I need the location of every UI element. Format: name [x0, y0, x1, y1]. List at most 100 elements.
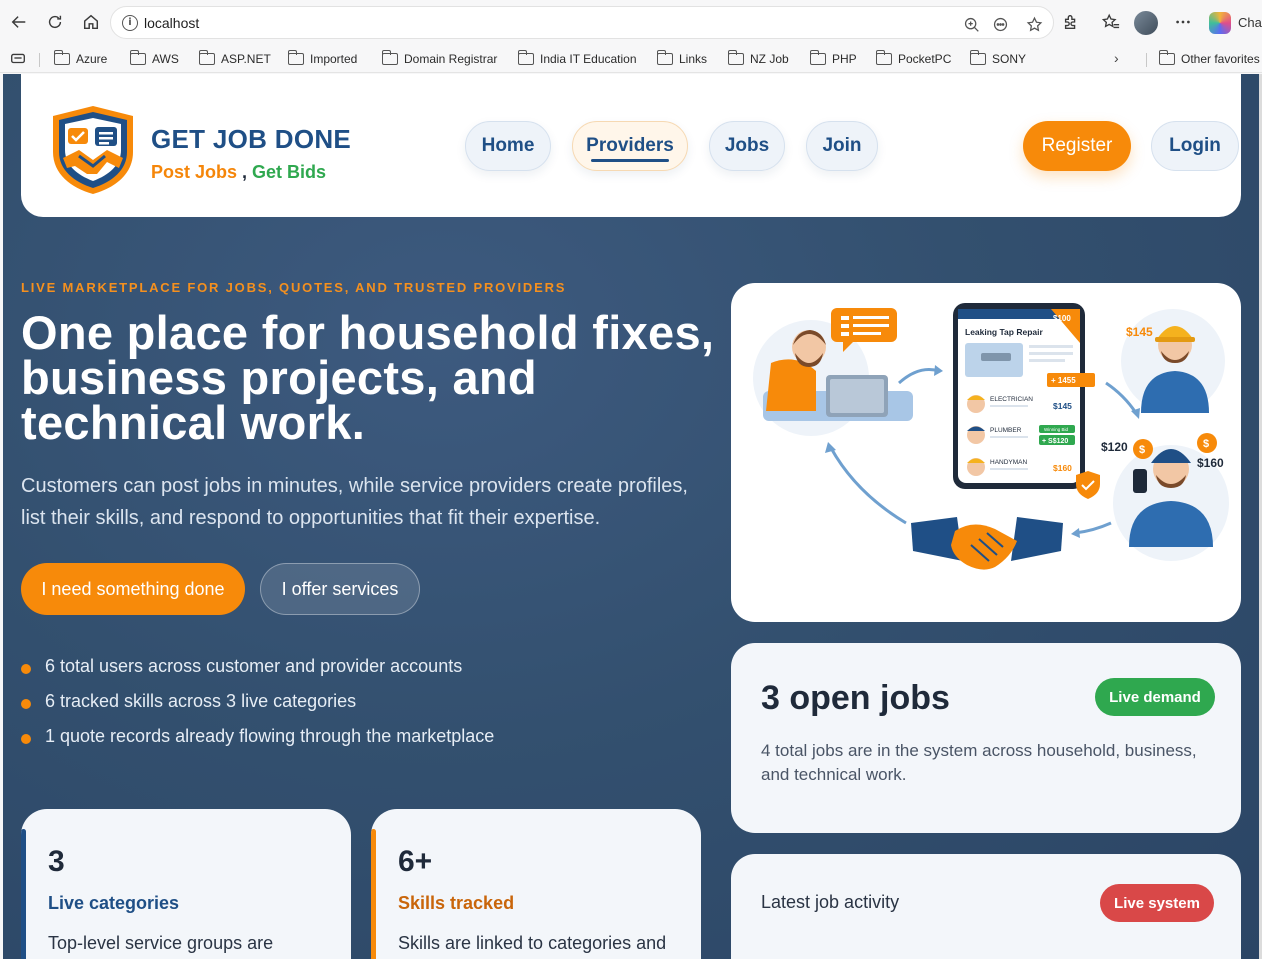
stat-card-edge — [371, 829, 376, 959]
favorite-azure[interactable]: Azure — [53, 50, 107, 68]
active-underline — [591, 159, 669, 162]
illus-card-price: $100 — [1053, 314, 1071, 323]
more-menu-icon[interactable] — [1170, 9, 1196, 35]
illus-plus-badge: + 1455 — [1051, 376, 1076, 385]
hero-bullet: 6 total users across customer and provid… — [21, 654, 462, 678]
hero-subtitle: Customers can post jobs in minutes, whil… — [21, 475, 688, 529]
open-jobs-card: 3 open jobs Live demand 4 total jobs are… — [731, 643, 1241, 833]
nav-join[interactable]: Join — [806, 121, 878, 171]
favorite-aspnet[interactable]: ASP.NET — [198, 50, 271, 68]
favorite-domain-registrar[interactable]: Domain Registrar — [381, 50, 497, 68]
refresh-icon[interactable] — [42, 9, 68, 35]
site-info-icon[interactable]: i — [122, 15, 138, 31]
illus-row-role: PLUMBER — [990, 427, 1022, 434]
bullet-dot-icon — [21, 734, 31, 744]
open-jobs-description: 4 total jobs are in the system across ho… — [761, 741, 1197, 784]
illus-row-role: ELECTRICIAN — [990, 396, 1033, 403]
illus-row-role: HANDYMAN — [990, 459, 1028, 466]
folder-icon — [53, 50, 70, 65]
dollar-coin-icon: $ — [1203, 438, 1209, 450]
shield-handshake-logo-icon[interactable] — [49, 104, 137, 196]
copilot-icon[interactable] — [1209, 12, 1231, 34]
hero-eyebrow: LIVE MARKETPLACE FOR JOBS, QUOTES, AND T… — [21, 280, 567, 295]
illus-row-price: $160 — [1053, 463, 1072, 473]
favorites-icon[interactable] — [1098, 9, 1124, 35]
folder-icon — [727, 50, 744, 65]
hero-title: One place for household fixes, business … — [21, 306, 715, 449]
folder-icon — [656, 50, 673, 65]
favbar-divider — [1146, 53, 1147, 67]
latest-activity-title: Latest job activity — [761, 892, 900, 912]
live-demand-badge: Live demand — [1095, 678, 1215, 716]
marketplace-illustration-graphic: $100 Leaking Tap Repair + 1455 ELECTRICI… — [753, 303, 1229, 570]
favorite-sony[interactable]: SONY — [969, 50, 1026, 68]
open-jobs-title: 3 open jobs — [761, 679, 950, 717]
favorite-india-it-education[interactable]: India IT Education — [517, 50, 637, 68]
tab-actions-icon[interactable] — [6, 46, 30, 70]
brand-title[interactable]: GET JOB DONE — [151, 124, 351, 155]
marketplace-illustration: $100 Leaking Tap Repair + 1455 ELECTRICI… — [731, 283, 1241, 622]
home-icon[interactable] — [78, 9, 104, 35]
chevron-right-icon[interactable]: › — [1114, 50, 1119, 66]
register-button[interactable]: Register — [1023, 121, 1131, 171]
favorite-other-favorites[interactable]: Other favorites — [1158, 50, 1260, 68]
folder-icon — [287, 50, 304, 65]
stat-label: Live categories — [48, 893, 180, 913]
folder-icon — [875, 50, 892, 65]
stat-card-skills: 6+ Skills tracked Skills are linked to c… — [371, 809, 701, 959]
folder-icon — [1158, 50, 1175, 65]
folder-icon — [198, 50, 215, 65]
favorites-bar: Azure AWS ASP.NET Imported Domain Regist… — [0, 45, 1262, 73]
tagline-get-bids: Get Bids — [252, 162, 327, 182]
folder-icon — [969, 50, 986, 65]
favorite-aws[interactable]: AWS — [129, 50, 179, 68]
offer-services-button[interactable]: I offer services — [260, 563, 420, 615]
illus-row-price: + S$120 — [1042, 438, 1068, 445]
back-icon[interactable] — [6, 9, 32, 35]
illus-bubble-price: $145 — [1126, 325, 1153, 339]
page-content: GET JOB DONE Post Jobs , Get Bids Home P… — [3, 74, 1259, 959]
nav-providers[interactable]: Providers — [572, 121, 688, 171]
stat-number: 3 — [48, 845, 65, 878]
tagline-separator: , — [237, 162, 253, 182]
address-bar[interactable]: i localhost — [110, 6, 1054, 39]
browser-toolbar: i localhost Chat — [0, 0, 1262, 45]
illus-bubble-price: $120 — [1101, 440, 1128, 454]
nav-jobs[interactable]: Jobs — [709, 121, 785, 171]
illus-card-title: Leaking Tap Repair — [965, 327, 1043, 337]
folder-icon — [129, 50, 146, 65]
tagline-post-jobs: Post Jobs — [151, 162, 238, 182]
favorite-imported[interactable]: Imported — [287, 50, 357, 68]
chat-label[interactable]: Chat — [1238, 15, 1262, 30]
illus-row-price: $145 — [1053, 401, 1072, 411]
login-button[interactable]: Login — [1151, 121, 1239, 171]
folder-icon — [809, 50, 826, 65]
bullet-dot-icon — [21, 699, 31, 709]
favbar-divider — [39, 53, 40, 67]
extensions-icon[interactable] — [1058, 9, 1084, 35]
stat-label: Skills tracked — [398, 893, 515, 913]
zoom-icon[interactable] — [961, 14, 981, 34]
nav-home[interactable]: Home — [465, 121, 551, 171]
stat-description: Top-level service groups are — [48, 933, 274, 953]
hero-bullet: 6 tracked skills across 3 live categorie… — [21, 689, 356, 713]
illus-bubble-price: $160 — [1197, 456, 1224, 470]
folder-icon — [517, 50, 534, 65]
favorite-php[interactable]: PHP — [809, 50, 857, 68]
profile-avatar[interactable] — [1134, 11, 1158, 35]
bullet-dot-icon — [21, 664, 31, 674]
brand-tagline: Post Jobs , Get Bids — [151, 162, 326, 183]
need-something-done-button[interactable]: I need something done — [21, 563, 245, 615]
extension-menu-icon[interactable] — [990, 14, 1010, 34]
dollar-coin-icon: $ — [1139, 444, 1145, 456]
stat-card-categories: 3 Live categories Top-level service grou… — [21, 809, 351, 959]
address-text[interactable]: localhost — [144, 15, 199, 31]
illus-winning-tag: Winning Bid — [1044, 427, 1069, 432]
site-header: GET JOB DONE Post Jobs , Get Bids Home P… — [21, 74, 1241, 217]
favorite-star-icon[interactable] — [1024, 14, 1044, 34]
favorite-links[interactable]: Links — [656, 50, 707, 68]
stat-card-edge — [21, 829, 26, 959]
favorite-pocketpc[interactable]: PocketPC — [875, 50, 951, 68]
folder-icon — [381, 50, 398, 65]
favorite-nz-job[interactable]: NZ Job — [727, 50, 789, 68]
